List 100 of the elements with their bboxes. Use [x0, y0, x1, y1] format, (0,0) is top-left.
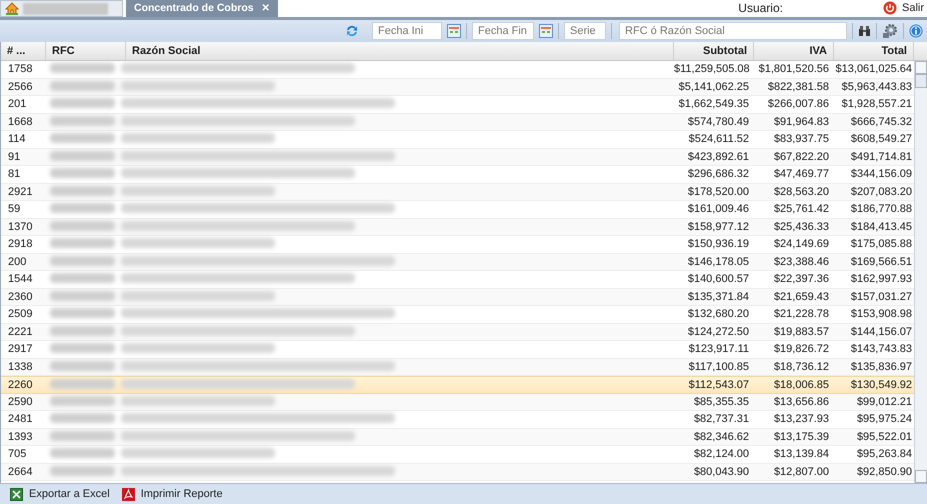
blurred-text: [50, 273, 115, 284]
binoculars-icon[interactable]: [858, 25, 871, 37]
table-cell-text: $112,543.07: [688, 378, 750, 392]
table-cell-text: $491,714.81: [850, 150, 913, 164]
table-cell-text: $132,680.20: [686, 307, 750, 322]
refresh-icon[interactable]: [345, 24, 359, 38]
table-row[interactable]: 1338 $117,100.85 $18,736.12 $135,836.97: [1, 358, 914, 376]
blurred-text: [50, 360, 115, 371]
table-cell-text: $19,883.57: [772, 324, 830, 340]
table-cell-text: $18,006.85: [772, 378, 830, 392]
start-date-field[interactable]: Fecha Ini: [372, 22, 442, 40]
table-cell-text: $135,836.97: [850, 360, 913, 374]
table-cell-text: $95,263.84: [856, 447, 913, 462]
table-row[interactable]: 1758 $11,259,505.08 $1,801,520.56 $13,061,025.64: [1, 61, 914, 78]
column-header[interactable]: Total: [834, 42, 914, 60]
table-row[interactable]: 2260 $112,543.07 $18,006.85 $130,549.92: [1, 376, 914, 394]
table-cell-text: $82,124.00: [692, 447, 750, 462]
table-cell-text: $124,272.50: [686, 324, 750, 340]
table-cell-text: $19,826.72: [772, 342, 830, 357]
table-cell-text: $153,908.98: [850, 307, 913, 322]
series-field[interactable]: Serie: [564, 22, 606, 40]
table-row[interactable]: 2664 $80,043.90 $12,807.00 $92,850.90: [1, 464, 914, 481]
table-cell-text: 1338: [7, 360, 34, 374]
blurred-text: [50, 448, 115, 458]
table-cell-text: 2221: [7, 324, 34, 340]
table-cell-text: 705: [7, 447, 28, 462]
table-row[interactable]: 2481 $82,737.31 $13,237.93 $95,975.24: [1, 411, 914, 428]
table-row[interactable]: 2221 $124,272.50 $19,883.57 $144,156.07: [1, 324, 914, 341]
table-row[interactable]: 1544 $140,600.57 $22,397.36 $162,997.93: [1, 271, 914, 288]
end-date-field[interactable]: Fecha Fin: [472, 22, 534, 40]
table-row[interactable]: 114 $524,611.52 $83,937.75 $608,549.27: [1, 131, 914, 148]
table-row[interactable]: 1393 $82,346.62 $13,175.39 $95,522.01: [1, 428, 914, 446]
table-cell-text: 59: [7, 202, 22, 217]
table-cell-text: $28,563.20: [772, 184, 830, 200]
user-label: Usuario:: [738, 1, 783, 15]
table-row[interactable]: 201 $1,662,549.35 $266,007.86 $1,928,557.21: [1, 96, 914, 114]
table-row[interactable]: 1668 $574,780.49 $91,964.83 $666,745.32: [1, 114, 914, 131]
table-cell-text: 201: [7, 97, 28, 112]
table-cell-text: $12,807.00: [772, 464, 830, 480]
table-cell-text: $92,850.90: [856, 464, 913, 480]
table-row[interactable]: 2360 $135,371.84 $21,659.43 $157,031.27: [1, 288, 914, 306]
column-header[interactable]: # ...: [1, 42, 46, 60]
table-cell-text: 1393: [7, 430, 34, 444]
export-button[interactable]: Exportar a Excel: [10, 486, 110, 502]
gear-icon[interactable]: [882, 23, 898, 39]
table-cell-text: $5,141,062.25: [678, 80, 750, 94]
table-cell-text: $91,964.83: [772, 114, 830, 130]
table-cell-text: $13,139.84: [772, 447, 830, 462]
table-row[interactable]: 2590 $85,355.35 $13,656.86 $99,012.21: [1, 394, 914, 411]
table-row[interactable]: 2566 $5,141,062.25 $822,381.58 $5,963,443.83: [1, 78, 914, 96]
table-cell-text: $85,355.35: [692, 394, 750, 410]
table-cell-text: 2481: [7, 412, 34, 427]
table-cell-text: 1758: [7, 62, 34, 77]
table-cell-text: $296,686.32: [686, 167, 750, 182]
table-cell-text: $266,007.86: [766, 97, 830, 112]
table-cell-text: $47,469.77: [772, 167, 830, 182]
logout-link[interactable]: Salir: [902, 1, 924, 15]
blurred-text: [50, 186, 115, 196]
table-cell-text: 2360: [7, 290, 34, 304]
table-row[interactable]: 59 $161,009.46 $25,761.42 $186,770.88: [1, 201, 914, 218]
table-cell-text: $169,566.51: [850, 254, 913, 270]
calendar-icon[interactable]: [539, 24, 553, 38]
print-button[interactable]: Imprimir Reporte: [122, 486, 223, 502]
table-cell-text: 2509: [7, 307, 34, 322]
calendar-icon[interactable]: [447, 24, 461, 38]
blurred-text: [50, 98, 115, 108]
table-cell-text: $25,761.42: [772, 202, 830, 217]
info-icon[interactable]: [909, 24, 923, 38]
table-row[interactable]: 2509 $132,680.20 $21,228.78 $153,908.98: [1, 306, 914, 324]
column-header[interactable]: Subtotal: [674, 42, 754, 60]
table-row[interactable]: 91 $423,892.61 $67,822.20 $491,714.81: [1, 148, 914, 166]
table-cell-text: 2260: [7, 378, 34, 392]
column-header[interactable]: IVA: [754, 42, 834, 60]
table-cell-text: $80,043.90: [692, 464, 750, 480]
table-row[interactable]: 1370 $158,977.12 $25,436.33 $184,413.45: [1, 218, 914, 236]
table-row[interactable]: 2918 $150,936.19 $24,149.69 $175,085.88: [1, 236, 914, 254]
table-cell-text: $1,801,520.56: [758, 62, 830, 77]
table-cell-text: $23,388.46: [772, 254, 830, 270]
power-icon[interactable]: [882, 1, 897, 15]
home-tab[interactable]: [0, 0, 123, 17]
search-field[interactable]: RFC ó Razón Social: [619, 22, 847, 40]
column-header[interactable]: RFC: [46, 42, 126, 60]
blurred-text: [50, 133, 115, 144]
table-row[interactable]: 81 $296,686.32 $47,469.77 $344,156.09: [1, 166, 914, 184]
table-cell-text: $822,381.58: [766, 80, 830, 94]
table-cell-text: $130,549.92: [850, 378, 913, 392]
table-row[interactable]: 705 $82,124.00 $13,139.84 $95,263.84: [1, 446, 914, 464]
table-cell-text: $1,662,549.35: [678, 97, 750, 112]
table-cell-text: 1544: [7, 272, 34, 287]
table-row[interactable]: 2917 $123,917.11 $19,826.72 $143,743.83: [1, 341, 914, 358]
table-cell-text: $162,997.93: [850, 272, 913, 287]
table-row[interactable]: 200 $146,178.05 $23,388.46 $169,566.51: [1, 254, 914, 271]
scrollbar[interactable]: [914, 61, 927, 483]
table-cell-text: 91: [7, 150, 22, 164]
table-cell-text: $117,100.85: [688, 360, 750, 374]
table-cell-text: $21,659.43: [772, 290, 830, 304]
table-row[interactable]: 2921 $178,520.00 $28,563.20 $207,083.20: [1, 184, 914, 201]
table-cell-text: 2590: [7, 394, 34, 410]
blurred-text: [50, 256, 115, 266]
column-header[interactable]: Razón Social: [126, 42, 674, 60]
